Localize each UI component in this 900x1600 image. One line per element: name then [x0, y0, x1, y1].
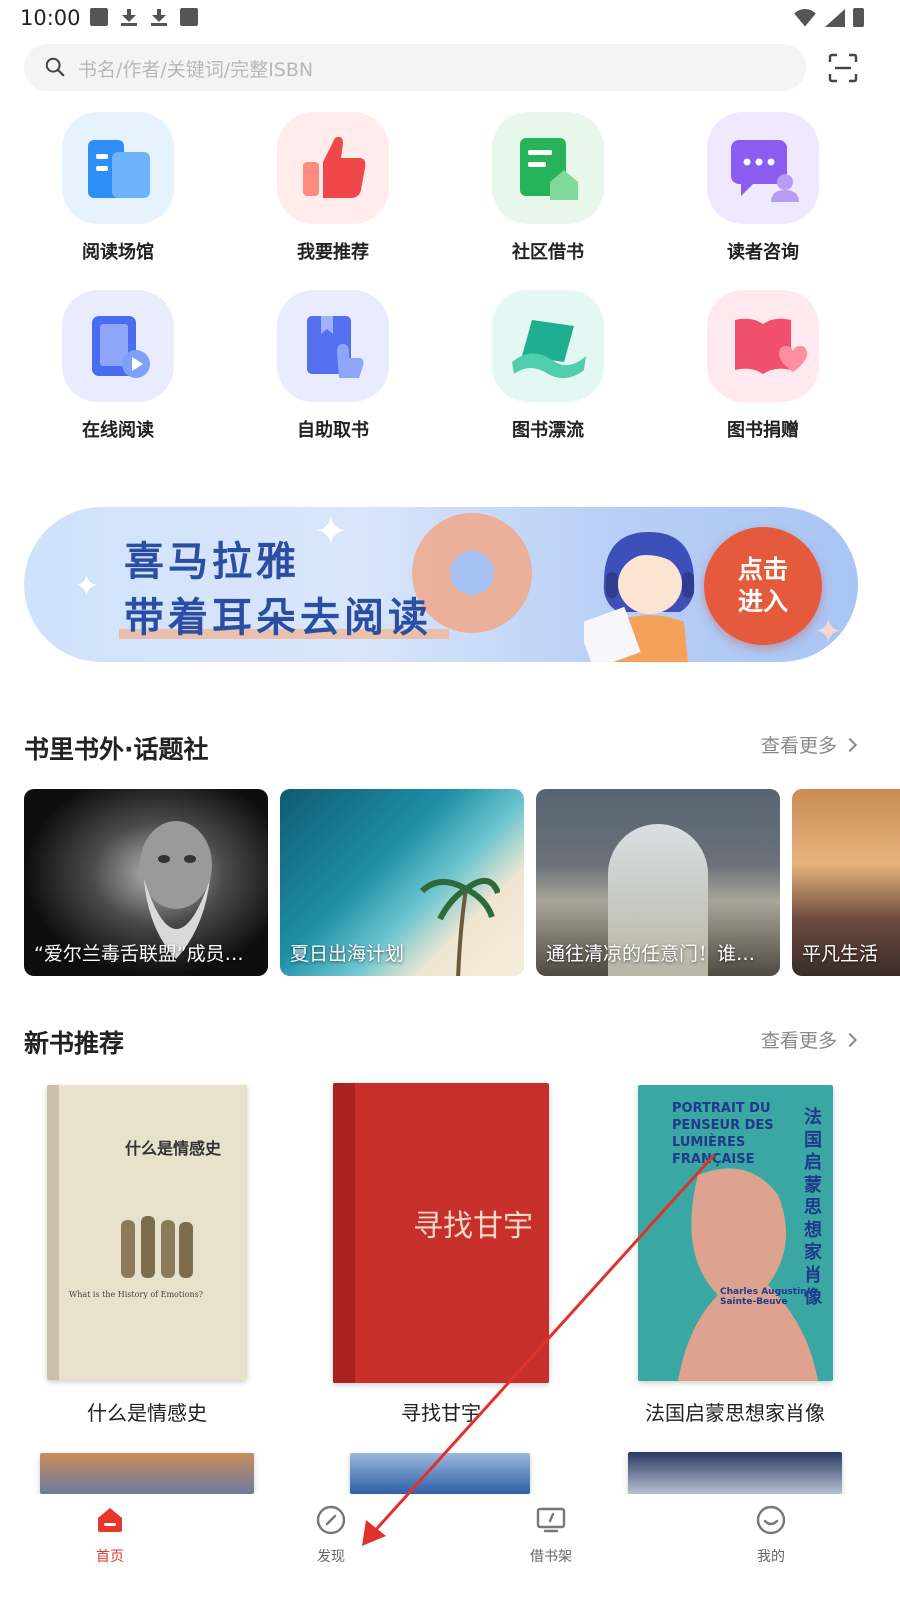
- grid-item-book-drift[interactable]: 图书漂流: [448, 288, 648, 448]
- grid-label: 读者咨询: [727, 242, 799, 263]
- nav-discover[interactable]: 发现: [271, 1504, 391, 1566]
- nav-home[interactable]: 首页: [50, 1504, 170, 1566]
- grid-item-self-pickup[interactable]: 自助取书: [233, 288, 433, 448]
- notification-icons: [90, 8, 198, 26]
- home-icon: [98, 1508, 122, 1532]
- portrait-sketch-graphic: [678, 1168, 818, 1381]
- new-books-more-link[interactable]: 查看更多: [760, 1026, 858, 1053]
- bottom-navigation: 首页 发现 借书架 我的: [0, 1494, 900, 1600]
- banner-subheadline: 带着耳朵去阅读: [124, 594, 432, 641]
- book-cover-partial[interactable]: [350, 1453, 530, 1494]
- wifi-icon: [793, 9, 817, 27]
- grid-label: 在线阅读: [82, 420, 154, 441]
- grid-label: 我要推荐: [297, 242, 369, 263]
- cta-line: 进入: [737, 587, 788, 616]
- cta-line: 点击: [737, 554, 788, 584]
- listening-girl-illustration: [584, 532, 695, 662]
- reading-venue-icon: [62, 112, 174, 224]
- ximalaya-banner[interactable]: ✦ ✦ ✦ 喜马拉雅 带着耳朵去阅读 点击 进入: [24, 507, 858, 662]
- nav-label: 首页: [96, 1549, 124, 1565]
- topics-section-title: 书里书外·话题社: [24, 735, 209, 764]
- grid-item-reading-venue[interactable]: 阅读场馆: [18, 110, 218, 270]
- status-bar: 10:00: [0, 0, 900, 36]
- cover-title: 法国启蒙思想家肖像: [804, 1107, 822, 1308]
- download-icon: [150, 8, 168, 26]
- grid-item-recommend[interactable]: 我要推荐: [233, 110, 433, 270]
- nav-label: 我的: [757, 1549, 785, 1565]
- topic-card[interactable]: 平凡生活: [792, 789, 900, 976]
- cover-author: Charles Augustin Sainte-Beuve: [720, 1287, 807, 1307]
- book-title: 寻找甘宇: [401, 1401, 481, 1425]
- book-drift-icon: [492, 290, 604, 402]
- grid-label: 图书漂流: [512, 420, 584, 441]
- cover-subtitle: What is the History of Emotions?: [69, 1290, 204, 1299]
- banner-headline: 喜马拉雅: [124, 538, 300, 585]
- chevron-right-icon: [842, 737, 858, 752]
- statues-graphic: [121, 1216, 193, 1278]
- topic-cards: “爱尔兰毒舌联盟”成员… 夏日出海计划 通往清凉的任意门！谁… 平凡生活: [24, 789, 900, 976]
- scan-icon[interactable]: [828, 53, 858, 83]
- topic-card[interactable]: 通往清凉的任意门！谁…: [536, 789, 780, 976]
- sparkle-icon: ✦: [74, 569, 100, 604]
- topics-more-link[interactable]: 查看更多: [760, 731, 858, 758]
- topic-card-label: 通往清凉的任意门！谁…: [546, 943, 756, 965]
- grid-item-book-donation[interactable]: 图书捐赠: [663, 288, 863, 448]
- book-cover: PORTRAIT DU PENSEUR DES LUMIÈRES FRANÇAI…: [638, 1085, 833, 1381]
- image-notification-icon: [90, 8, 108, 26]
- chat-consult-icon: [707, 112, 819, 224]
- self-pickup-icon: [277, 290, 389, 402]
- app-notification-icon: [180, 8, 198, 26]
- cover-en-title: PORTRAIT DU PENSEUR DES LUMIÈRES FRANÇAI…: [672, 1101, 774, 1167]
- topic-card[interactable]: “爱尔兰毒舌联盟”成员…: [24, 789, 268, 976]
- topic-card-label: 夏日出海计划: [290, 943, 405, 965]
- grid-item-community-borrow[interactable]: 社区借书: [448, 110, 648, 270]
- nav-label: 发现: [317, 1549, 345, 1565]
- topic-card[interactable]: 夏日出海计划: [280, 789, 524, 976]
- download-icon: [120, 8, 138, 26]
- sparkle-icon: ✦: [314, 509, 348, 555]
- online-reading-icon: [62, 290, 174, 402]
- status-time: 10:00: [20, 6, 81, 30]
- new-books-section-title: 新书推荐: [24, 1029, 125, 1058]
- book-cover-partial[interactable]: [40, 1453, 254, 1494]
- nav-label: 借书架: [530, 1549, 572, 1565]
- smile-profile-icon: [756, 1505, 786, 1535]
- book-title: 法国启蒙思想家肖像: [645, 1401, 825, 1425]
- more-label: 查看更多: [760, 1030, 837, 1052]
- search-icon: [45, 57, 65, 77]
- grid-label: 图书捐赠: [727, 420, 799, 441]
- search-input[interactable]: 书名/作者/关键词/完整ISBN: [24, 44, 806, 91]
- nav-bookshelf[interactable]: 借书架: [491, 1504, 611, 1566]
- grid-label: 阅读场馆: [82, 242, 154, 263]
- book-cover-partial[interactable]: [628, 1452, 842, 1494]
- book-donation-icon: [707, 290, 819, 402]
- grid-item-reader-consult[interactable]: 读者咨询: [663, 110, 863, 270]
- topic-card-label: 平凡生活: [802, 943, 879, 965]
- cover-title: 寻找甘宇: [413, 1209, 533, 1244]
- system-icons: [793, 8, 864, 27]
- grid-item-online-reading[interactable]: 在线阅读: [18, 288, 218, 448]
- compass-icon: [316, 1505, 346, 1535]
- community-borrow-icon: [492, 112, 604, 224]
- cover-title: 什么是情感史: [125, 1139, 222, 1158]
- search-placeholder: 书名/作者/关键词/完整ISBN: [78, 59, 314, 81]
- more-label: 查看更多: [760, 735, 837, 757]
- chevron-right-icon: [842, 1032, 858, 1047]
- book-cover: 寻找甘宇: [333, 1083, 549, 1383]
- signal-icon: [825, 8, 845, 27]
- battery-icon: [853, 8, 864, 27]
- book-title: 什么是情感史: [87, 1401, 207, 1425]
- grid-label: 自助取书: [297, 420, 369, 441]
- topic-card-label: “爱尔兰毒舌联盟”成员…: [34, 943, 244, 965]
- bookshelf-icon: [536, 1507, 566, 1533]
- nav-profile[interactable]: 我的: [711, 1504, 831, 1566]
- thumbs-up-icon: [277, 112, 389, 224]
- grid-label: 社区借书: [512, 242, 584, 263]
- banner-enter-button[interactable]: 点击 进入: [704, 527, 822, 645]
- book-cover: 什么是情感史 What is the History of Emotions?: [47, 1085, 247, 1380]
